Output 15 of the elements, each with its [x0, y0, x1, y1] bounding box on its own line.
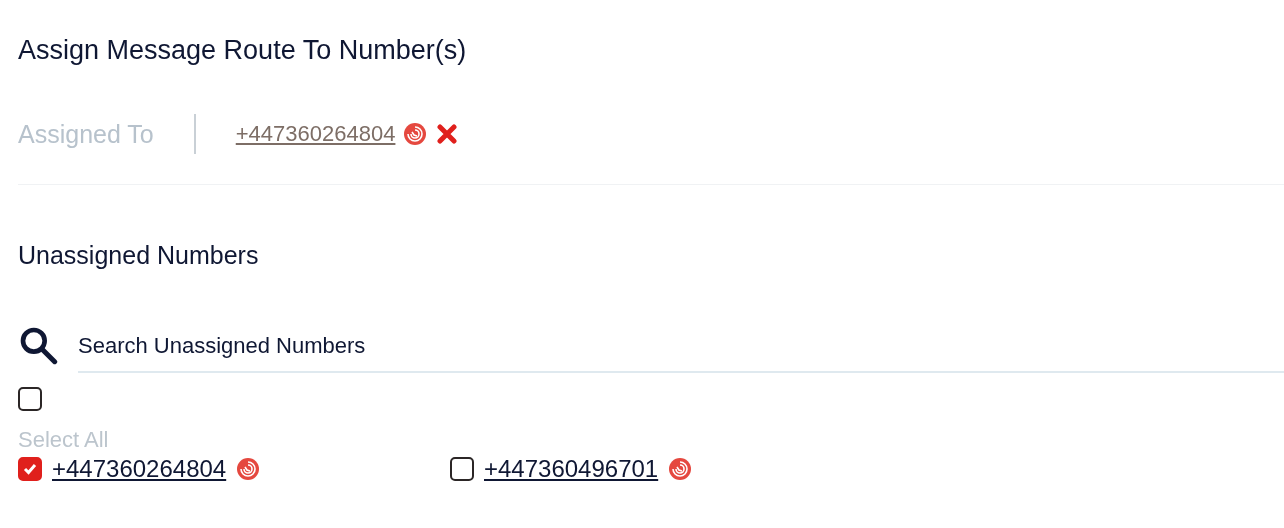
phone-number-link[interactable]: +447360264804 [52, 455, 227, 483]
phone-number-link[interactable]: +447360264804 [235, 121, 396, 147]
route-icon [668, 457, 693, 481]
select-all-label: Select All [18, 427, 110, 453]
close-icon[interactable] [437, 124, 458, 144]
search-icon [18, 325, 58, 365]
route-icon [236, 457, 261, 481]
route-icon [403, 122, 428, 146]
assigned-label: Assigned To [18, 119, 154, 149]
select-all-checkbox[interactable] [18, 387, 42, 411]
page-title: Assign Message Route To Number(s) [18, 34, 468, 67]
number-checkbox[interactable] [450, 457, 474, 481]
phone-number-link[interactable]: +447360496701 [484, 455, 659, 483]
section-heading: Unassigned Numbers [18, 240, 260, 271]
number-checkbox[interactable] [18, 457, 42, 481]
